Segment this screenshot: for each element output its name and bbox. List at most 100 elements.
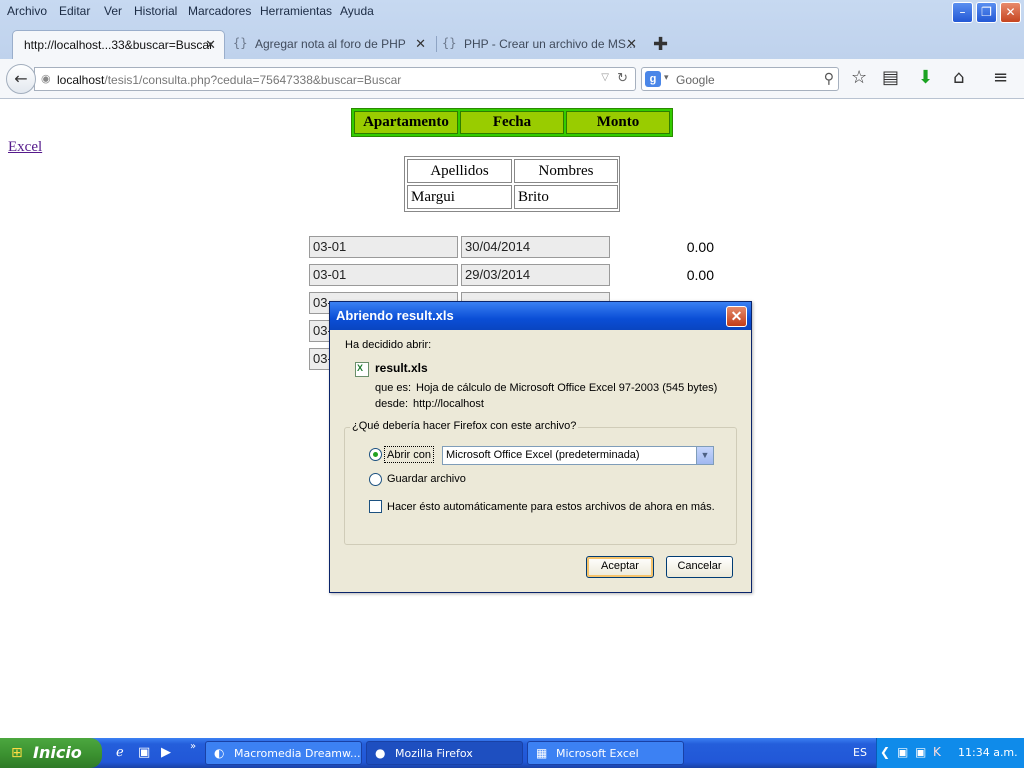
close-tab-icon[interactable]: ✕ — [626, 36, 637, 52]
dreamweaver-icon: ◐ — [214, 746, 225, 760]
action-question: ¿Qué debería hacer Firefox con este arch… — [350, 420, 579, 432]
chevron-down-icon[interactable]: ▼ — [696, 447, 713, 464]
back-button[interactable]: ← — [6, 64, 36, 94]
google-icon: g — [645, 71, 661, 87]
excel-link[interactable]: Excel — [8, 139, 42, 156]
open-with-select[interactable]: Microsoft Office Excel (predeterminada) … — [442, 446, 714, 465]
cancel-button[interactable]: Cancelar — [666, 556, 733, 578]
header-cell-apartamento: Apartamento — [354, 111, 458, 134]
chevron-down-icon[interactable]: ▽ — [601, 72, 609, 83]
tab-title: http://localhost...33&buscar=Buscar — [24, 38, 214, 52]
excel-icon: ▦ — [536, 746, 548, 760]
download-icon[interactable]: ⬇ — [918, 67, 933, 88]
dialog-title: Abriendo result.xls — [336, 308, 454, 323]
task-firefox[interactable]: ● Mozilla Firefox — [366, 741, 523, 765]
tab-separator — [436, 36, 437, 52]
tray-expand-icon[interactable]: ❮ — [880, 745, 890, 759]
chevron-more-icon[interactable]: » — [190, 741, 196, 752]
task-dreamweaver[interactable]: ◐ Macromedia Dreamw... — [205, 741, 362, 765]
restore-button[interactable]: ❐ — [976, 2, 997, 23]
search-input[interactable]: Google — [676, 73, 715, 87]
reading-list-icon[interactable]: ▤ — [882, 67, 899, 88]
task-excel[interactable]: ▦ Microsoft Excel — [527, 741, 684, 765]
ledger-row: 03-01 29/03/2014 0.00 — [309, 264, 729, 286]
fecha-field[interactable]: 30/04/2014 — [461, 236, 610, 258]
menu-herramientas[interactable]: Herramientas — [260, 4, 332, 18]
language-indicator[interactable]: ES — [853, 746, 867, 759]
menu-icon[interactable]: ≡ — [993, 67, 1008, 88]
task-label: Macromedia Dreamw... — [234, 747, 361, 760]
search-bar[interactable]: g ▾ Google ⚲ — [641, 67, 839, 91]
bookmark-star-icon[interactable]: ☆ — [851, 67, 867, 88]
url-text: localhost/tesis1/consulta.php?cedula=756… — [57, 73, 402, 87]
header-table: Apartamento Fecha Monto — [351, 108, 673, 137]
fecha-field[interactable]: 29/03/2014 — [461, 264, 610, 286]
minimize-button[interactable]: – — [952, 2, 973, 23]
task-label: Mozilla Firefox — [395, 747, 473, 760]
person-table: Apellidos Nombres Margui Brito — [404, 156, 620, 212]
navigation-bar: ◉ localhost/tesis1/consulta.php?cedula=7… — [0, 59, 1024, 99]
menu-ver[interactable]: Ver — [104, 4, 122, 18]
browser-chrome: Archivo Editar Ver Historial Marcadores … — [0, 0, 1024, 99]
excel-file-icon — [355, 362, 369, 377]
ie-icon[interactable]: ℯ — [116, 745, 124, 760]
close-window-button[interactable]: ✕ — [1000, 2, 1021, 23]
tab-active[interactable]: http://localhost...33&buscar=Buscar ✕ — [12, 30, 225, 59]
start-button[interactable]: ⊞ Inicio — [0, 738, 102, 768]
windows-logo-icon: ⊞ — [11, 745, 23, 761]
menu-editar[interactable]: Editar — [59, 4, 90, 18]
save-file-label[interactable]: Guardar archivo — [387, 473, 466, 485]
network-icon[interactable]: ▣ — [915, 745, 926, 759]
dialog-titlebar[interactable]: Abriendo result.xls ✕ — [330, 302, 751, 330]
network-icon[interactable]: ▣ — [897, 745, 908, 759]
task-label: Microsoft Excel — [556, 747, 639, 760]
monto-value: 0.00 — [686, 239, 714, 255]
apartamento-field[interactable]: 03-01 — [309, 236, 458, 258]
start-label: Inicio — [33, 743, 82, 762]
header-nombres: Nombres — [514, 159, 618, 183]
close-tab-icon[interactable]: ✕ — [415, 36, 426, 52]
type-label: que es: — [375, 382, 412, 394]
auto-label[interactable]: Hacer ésto automáticamente para estos ar… — [387, 501, 715, 513]
home-icon[interactable]: ⌂ — [953, 67, 964, 88]
menu-bar: Archivo Editar Ver Historial Marcadores … — [0, 0, 940, 22]
cell-apellidos: Margui — [407, 185, 512, 209]
from-value: http://localhost — [413, 398, 484, 410]
clock: 11:34 a.m. — [958, 746, 1018, 759]
page-icon: {} — [442, 36, 457, 50]
accept-button[interactable]: Aceptar — [586, 556, 654, 578]
open-with-radio[interactable] — [369, 448, 382, 461]
open-with-label[interactable]: Abrir con — [387, 449, 431, 461]
close-tab-icon[interactable]: ✕ — [205, 37, 216, 53]
search-icon[interactable]: ⚲ — [824, 71, 834, 87]
header-cell-monto: Monto — [566, 111, 670, 134]
header-apellidos: Apellidos — [407, 159, 512, 183]
type-value: Hoja de cálculo de Microsoft Office Exce… — [416, 382, 718, 394]
header-cell-fecha: Fecha — [460, 111, 564, 134]
chevron-down-icon[interactable]: ▾ — [664, 73, 669, 83]
media-player-icon[interactable]: ▶ — [161, 745, 171, 760]
explorer-icon[interactable]: ▣ — [138, 745, 150, 760]
menu-archivo[interactable]: Archivo — [7, 4, 47, 18]
from-label: desde: — [375, 398, 409, 410]
reload-icon[interactable]: ↻ — [617, 71, 628, 86]
auto-checkbox[interactable] — [369, 500, 382, 513]
menu-historial[interactable]: Historial — [134, 4, 177, 18]
globe-icon: ◉ — [41, 72, 51, 85]
open-with-value: Microsoft Office Excel (predeterminada) — [446, 449, 640, 461]
menu-ayuda[interactable]: Ayuda — [340, 4, 374, 18]
save-file-radio[interactable] — [369, 473, 382, 486]
menu-marcadores[interactable]: Marcadores — [188, 4, 251, 18]
tab-php-crear[interactable]: {} PHP - Crear un archivo de MS... ✕ — [438, 30, 645, 59]
antivirus-icon[interactable]: K — [933, 745, 941, 759]
page-icon: {} — [233, 36, 248, 50]
dialog-close-button[interactable]: ✕ — [726, 306, 747, 327]
new-tab-icon[interactable]: ✚ — [653, 34, 668, 55]
apartamento-field[interactable]: 03-01 — [309, 264, 458, 286]
monto-value: 0.00 — [686, 267, 714, 283]
tab-foro-php[interactable]: {} Agregar nota al foro de PHP ✕ — [229, 30, 434, 59]
open-file-dialog: Abriendo result.xls ✕ Ha decidido abrir:… — [329, 301, 752, 593]
url-bar[interactable]: ◉ localhost/tesis1/consulta.php?cedula=7… — [34, 67, 636, 91]
action-groupbox — [344, 427, 737, 545]
ledger-row: 03-01 30/04/2014 0.00 — [309, 236, 729, 258]
